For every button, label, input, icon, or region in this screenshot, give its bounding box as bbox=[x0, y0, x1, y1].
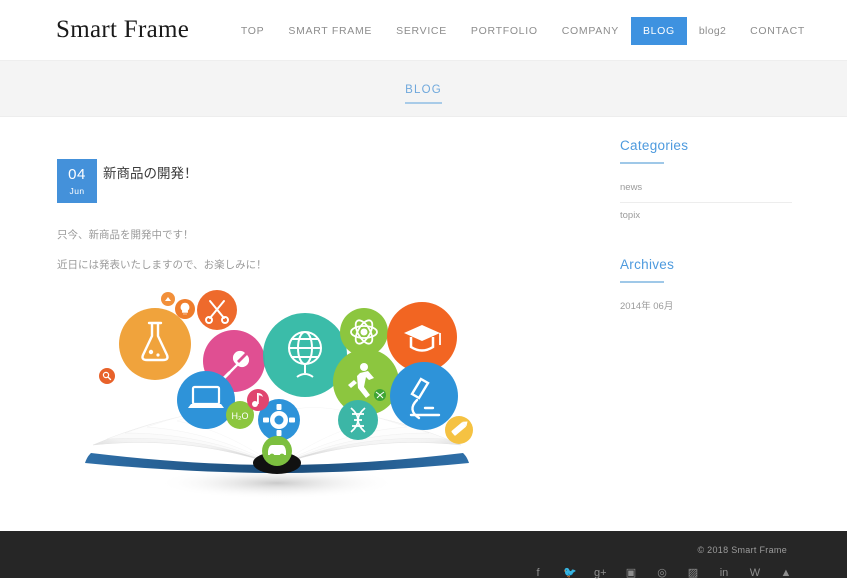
microscope-icon bbox=[390, 362, 458, 430]
nav-item-smart-frame[interactable]: SMART FRAME bbox=[276, 17, 384, 45]
post-header: 04 Jun 新商品の開発！ bbox=[57, 159, 577, 219]
facebook-icon[interactable]: f bbox=[532, 567, 544, 579]
main-navigation: TOP SMART FRAME SERVICE PORTFOLIO COMPAN… bbox=[229, 0, 817, 61]
social-links: f 🐦 g+ ▣ ◎ ▨ in W ▲ bbox=[532, 567, 792, 579]
pencil-icon bbox=[445, 416, 473, 444]
page-title-band: BLOG bbox=[0, 61, 847, 117]
post-date-month: Jun bbox=[69, 186, 85, 196]
linkedin-icon[interactable]: in bbox=[718, 567, 730, 579]
site-footer: © 2018 Smart Frame f 🐦 g+ ▣ ◎ ▨ in W ▲ bbox=[0, 531, 847, 579]
car-icon bbox=[262, 436, 292, 466]
vk-icon[interactable]: W bbox=[749, 567, 761, 579]
dna-icon bbox=[338, 400, 378, 440]
sidebar-item-topix[interactable]: topix bbox=[620, 203, 792, 230]
graduation-cap-icon bbox=[387, 302, 457, 372]
blog-post: 04 Jun 新商品の開発！ 只今、新商品を開発中です！ 近日には発表いたします… bbox=[57, 159, 577, 502]
scissors-icon bbox=[197, 290, 237, 330]
nav-item-blog2[interactable]: blog2 bbox=[687, 17, 738, 45]
post-body: 只今、新商品を開発中です！ 近日には発表いたしますので、お楽しみに！ bbox=[57, 227, 577, 273]
site-logo[interactable]: Smart Frame bbox=[56, 14, 189, 46]
sidebar-heading-rule bbox=[620, 162, 664, 164]
sidebar-categories: Categories news topix bbox=[620, 137, 792, 230]
post-paragraph: 只今、新商品を開発中です！ bbox=[57, 229, 194, 241]
paint-icon bbox=[161, 292, 175, 306]
page-title: BLOG bbox=[405, 84, 442, 104]
sidebar-item-news[interactable]: news bbox=[620, 175, 792, 203]
nav-item-service[interactable]: SERVICE bbox=[384, 17, 459, 45]
twitter-icon[interactable]: 🐦 bbox=[563, 567, 577, 579]
post-illustration: H₂O bbox=[77, 287, 477, 502]
copyright-text: © 2018 Smart Frame bbox=[697, 545, 787, 555]
nav-item-company[interactable]: COMPANY bbox=[550, 17, 631, 45]
pinterest-icon[interactable]: ◎ bbox=[656, 567, 668, 579]
instagram-icon[interactable]: ▣ bbox=[625, 567, 637, 579]
sidebar-heading-rule bbox=[620, 281, 664, 283]
atom-icon bbox=[340, 308, 388, 356]
svg-text:H₂O: H₂O bbox=[232, 411, 249, 421]
magnifier-icon bbox=[99, 368, 115, 384]
nav-item-portfolio[interactable]: PORTFOLIO bbox=[459, 17, 550, 45]
sidebar-archives-heading: Archives bbox=[620, 257, 675, 272]
nav-item-blog[interactable]: BLOG bbox=[630, 16, 687, 45]
google-plus-icon[interactable]: g+ bbox=[594, 567, 607, 579]
post-date-badge: 04 Jun bbox=[57, 159, 97, 203]
sidebar-categories-heading: Categories bbox=[620, 138, 689, 153]
laptop-icon bbox=[177, 371, 235, 429]
post-title[interactable]: 新商品の開発！ bbox=[103, 164, 198, 184]
bulb-icon bbox=[175, 299, 195, 319]
book-icons-graphic: H₂O bbox=[85, 290, 473, 499]
dribbble-icon[interactable]: ▲ bbox=[780, 567, 792, 579]
music-note-icon bbox=[247, 389, 269, 411]
flickr-icon[interactable]: ▨ bbox=[687, 567, 699, 579]
post-date-day: 04 bbox=[68, 166, 86, 183]
nav-item-top[interactable]: TOP bbox=[229, 17, 277, 45]
post-paragraph: 近日には発表いたしますので、お楽しみに！ bbox=[57, 259, 267, 271]
sidebar: Categories news topix Archives 2014年 06月 bbox=[620, 137, 792, 347]
sidebar-archives: Archives 2014年 06月 bbox=[620, 256, 792, 321]
nav-item-contact[interactable]: CONTACT bbox=[738, 17, 817, 45]
site-header: Smart Frame TOP SMART FRAME SERVICE PORT… bbox=[0, 0, 847, 61]
flask-icon bbox=[119, 308, 191, 380]
main-content: 04 Jun 新商品の開発！ 只今、新商品を開発中です！ 近日には発表いたします… bbox=[0, 117, 847, 531]
sidebar-item-archive-2014-06[interactable]: 2014年 06月 bbox=[620, 294, 792, 321]
